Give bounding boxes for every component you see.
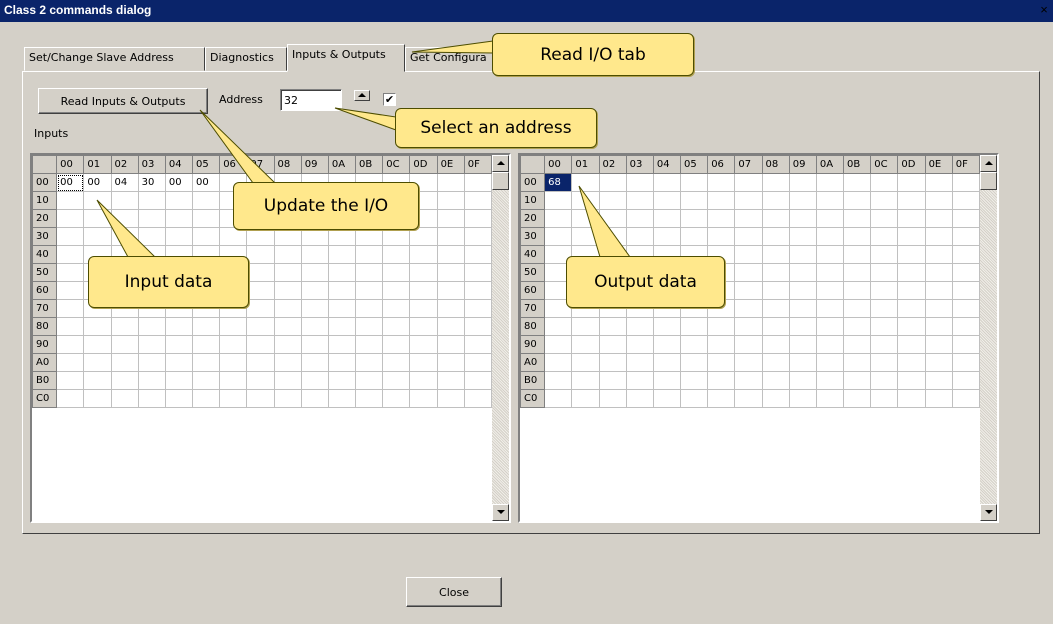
pointer-update-io — [199, 109, 277, 184]
callout-input-data: Input data — [88, 256, 249, 308]
callout-update-io: Update the I/O — [233, 182, 419, 230]
callout-select-address: Select an address — [395, 108, 597, 148]
pointer-read-io-tab — [411, 40, 494, 54]
callout-pointers — [96, 40, 631, 258]
pointer-select-address — [334, 107, 397, 131]
pointer-output-data — [578, 185, 631, 258]
pointer-input-data — [96, 199, 157, 258]
callout-read-io-tab: Read I/O tab — [492, 33, 694, 76]
callout-output-data: Output data — [566, 256, 725, 308]
